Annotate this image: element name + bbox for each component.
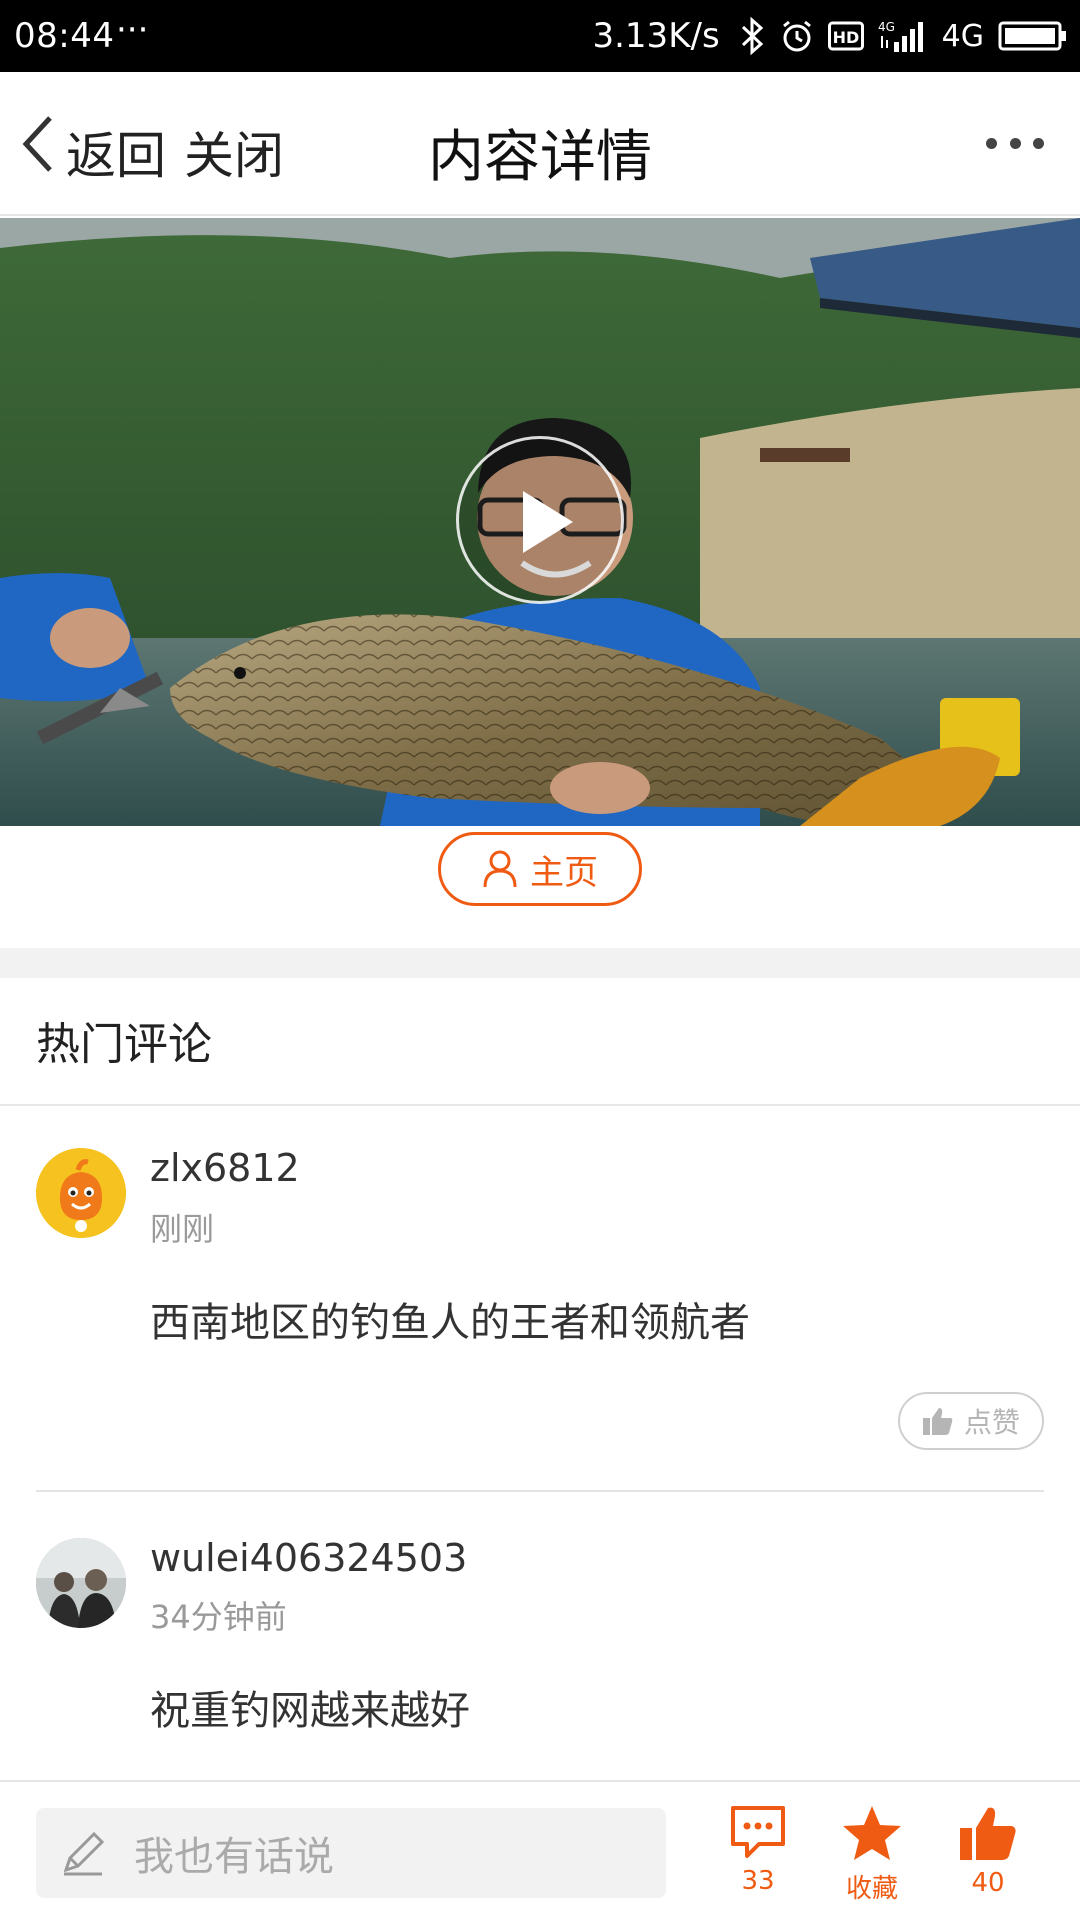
- star-icon: [843, 1806, 901, 1860]
- status-icons: 3.13K/s HD 4G 4G: [592, 12, 1068, 60]
- network-speed: 3.13K/s: [592, 16, 720, 56]
- bottom-bar: 我也有话说 33 收藏 40: [0, 1780, 1080, 1920]
- play-icon: [523, 491, 573, 553]
- close-button[interactable]: 关闭: [184, 116, 284, 188]
- alarm-icon: [780, 19, 814, 53]
- favorite-label: 收藏: [845, 1874, 898, 1904]
- section-separator: [0, 948, 1080, 978]
- play-button[interactable]: [456, 436, 624, 604]
- back-button[interactable]: 返回: [66, 116, 166, 188]
- user-icon: [483, 850, 517, 888]
- svg-text:HD: HD: [832, 28, 859, 47]
- comment-input-placeholder: 我也有话说: [134, 1834, 334, 1880]
- status-bar: 08:44 ··· 3.13K/s HD 4G 4G: [0, 0, 1080, 72]
- comment-text: 西南地区的钓鱼人的王者和领航者: [150, 1300, 750, 1346]
- homepage-button[interactable]: 主页: [438, 832, 642, 906]
- comment-like-button[interactable]: 点赞: [898, 1392, 1044, 1450]
- comment-time: 34分钟前: [150, 1598, 287, 1636]
- video-player[interactable]: [0, 218, 1080, 826]
- network-type: 4G: [941, 18, 984, 54]
- svg-text:4G: 4G: [878, 20, 895, 34]
- signal-icon: 4G: [878, 18, 928, 54]
- battery-icon: [998, 20, 1068, 52]
- favorite-button[interactable]: 收藏: [822, 1804, 922, 1914]
- avatar[interactable]: [36, 1538, 126, 1628]
- more-dots-icon[interactable]: [986, 128, 1044, 158]
- thumbs-up-icon: [960, 1807, 1016, 1860]
- status-time: 08:44: [14, 16, 115, 56]
- comment-bubble-icon: [731, 1806, 785, 1858]
- nav-bar: 返回 关闭 内容详情: [0, 72, 1080, 216]
- comment-username[interactable]: zlx6812: [150, 1146, 300, 1190]
- hot-comments-title: 热门评论: [36, 1019, 212, 1070]
- thumbs-up-icon: [922, 1408, 953, 1435]
- hd-icon: HD: [827, 21, 864, 51]
- divider: [0, 1104, 1080, 1106]
- homepage-button-label: 主页: [530, 852, 598, 893]
- comment-like-label: 点赞: [963, 1406, 1020, 1439]
- status-notification-dots: ···: [116, 10, 149, 50]
- divider: [36, 1490, 1044, 1492]
- comments-button[interactable]: 33: [708, 1804, 808, 1914]
- comment-input[interactable]: 我也有话说: [36, 1808, 666, 1898]
- bluetooth-icon: [740, 17, 766, 55]
- like-count: 40: [971, 1868, 1005, 1898]
- like-button[interactable]: 40: [938, 1804, 1038, 1914]
- comment-username[interactable]: wulei406324503: [150, 1536, 467, 1580]
- pen-icon: [63, 1831, 105, 1876]
- avatar[interactable]: [36, 1148, 126, 1238]
- comment-time: 刚刚: [150, 1210, 215, 1248]
- comment-text: 祝重钓网越来越好: [150, 1688, 470, 1734]
- comment-count: 33: [741, 1866, 775, 1896]
